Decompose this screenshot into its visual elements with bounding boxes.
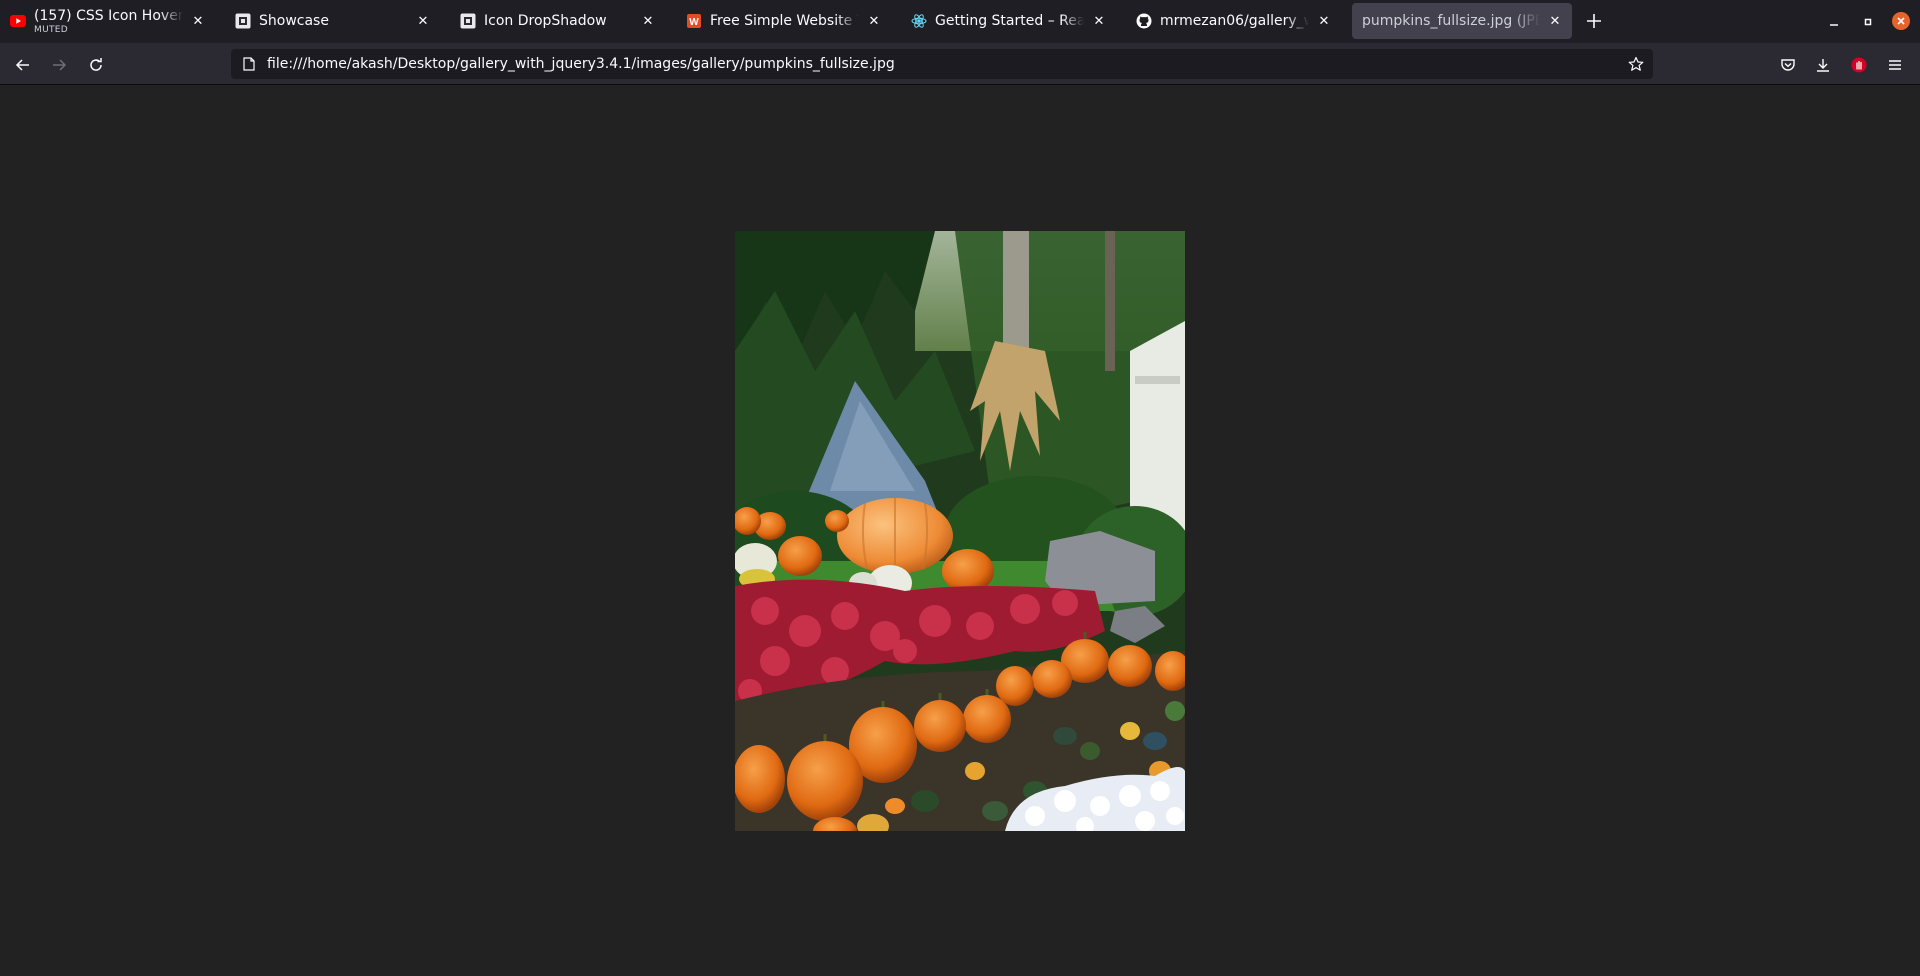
pocket-icon bbox=[1781, 59, 1795, 71]
app-icon bbox=[235, 13, 251, 29]
tab-react[interactable]: Getting Started – React ✕ bbox=[901, 3, 1116, 39]
download-icon bbox=[1817, 59, 1829, 72]
page-icon bbox=[241, 56, 257, 72]
forward-button[interactable] bbox=[45, 51, 73, 79]
close-tab-icon[interactable]: ✕ bbox=[1315, 12, 1333, 30]
reload-icon bbox=[90, 58, 102, 71]
new-tab-button[interactable] bbox=[1582, 9, 1606, 33]
github-icon bbox=[1136, 13, 1152, 29]
tab-title: Showcase bbox=[259, 13, 329, 29]
menu-button[interactable] bbox=[1884, 54, 1906, 76]
tab-icon-dropshadow[interactable]: Icon DropShadow ✕ bbox=[450, 3, 665, 39]
tab-title: Getting Started – React bbox=[935, 13, 1084, 29]
bookmark-star-icon[interactable] bbox=[1627, 55, 1645, 73]
tab-strip: (157) CSS Icon Hover Effects MUTED ✕ Sho… bbox=[0, 0, 1920, 43]
svg-text:W: W bbox=[689, 17, 699, 28]
close-tab-icon[interactable]: ✕ bbox=[1090, 12, 1108, 30]
tab-title: pumpkins_fullsize.jpg (JPEG Image bbox=[1362, 13, 1540, 29]
react-icon bbox=[911, 13, 927, 29]
close-tab-icon[interactable]: ✕ bbox=[414, 12, 432, 30]
navigation-toolbar: file:///home/akash/Desktop/gallery_with_… bbox=[0, 43, 1920, 85]
app-icon bbox=[460, 13, 476, 29]
tab-showcase[interactable]: Showcase ✕ bbox=[225, 3, 440, 39]
youtube-icon bbox=[10, 13, 26, 29]
arrow-right-icon bbox=[53, 59, 67, 71]
tab-pumpkins-image[interactable]: pumpkins_fullsize.jpg (JPEG Image ✕ bbox=[1352, 3, 1572, 39]
downloads-button[interactable] bbox=[1812, 54, 1834, 76]
image-viewer bbox=[0, 85, 1920, 976]
back-button[interactable] bbox=[9, 51, 37, 79]
extension-hand-icon bbox=[1851, 57, 1867, 73]
pocket-button[interactable] bbox=[1777, 54, 1799, 76]
maximize-button[interactable] bbox=[1858, 12, 1878, 32]
url-text[interactable]: file:///home/akash/Desktop/gallery_with_… bbox=[267, 56, 895, 72]
w3-icon: W bbox=[686, 13, 702, 29]
close-tab-icon[interactable]: ✕ bbox=[865, 12, 883, 30]
extension-button[interactable] bbox=[1848, 54, 1870, 76]
tab-github[interactable]: mrmezan06/gallery_with_jquery ✕ bbox=[1126, 3, 1341, 39]
arrow-left-icon bbox=[15, 59, 29, 71]
tab-title: (157) CSS Icon Hover Effects bbox=[34, 7, 183, 24]
pumpkins-photo bbox=[735, 231, 1185, 831]
tab-title: mrmezan06/gallery_with_jquery bbox=[1160, 13, 1309, 29]
tab-title: Icon DropShadow bbox=[484, 13, 607, 29]
window-close-button[interactable] bbox=[1892, 12, 1910, 30]
tab-muted-label: MUTED bbox=[34, 24, 68, 35]
tab-title: Free Simple Website Templates bbox=[710, 13, 859, 29]
pumpkins-image[interactable] bbox=[735, 231, 1185, 831]
hamburger-menu-icon bbox=[1889, 60, 1901, 70]
close-tab-icon[interactable]: ✕ bbox=[1546, 12, 1564, 30]
close-tab-icon[interactable]: ✕ bbox=[189, 12, 207, 30]
reload-button[interactable] bbox=[82, 51, 110, 79]
minimize-button[interactable] bbox=[1824, 12, 1844, 32]
tab-css-icon-hover[interactable]: (157) CSS Icon Hover Effects MUTED ✕ bbox=[0, 3, 215, 39]
close-tab-icon[interactable]: ✕ bbox=[639, 12, 657, 30]
tab-free-templates[interactable]: W Free Simple Website Templates ✕ bbox=[676, 3, 891, 39]
address-bar[interactable]: file:///home/akash/Desktop/gallery_with_… bbox=[231, 49, 1653, 79]
